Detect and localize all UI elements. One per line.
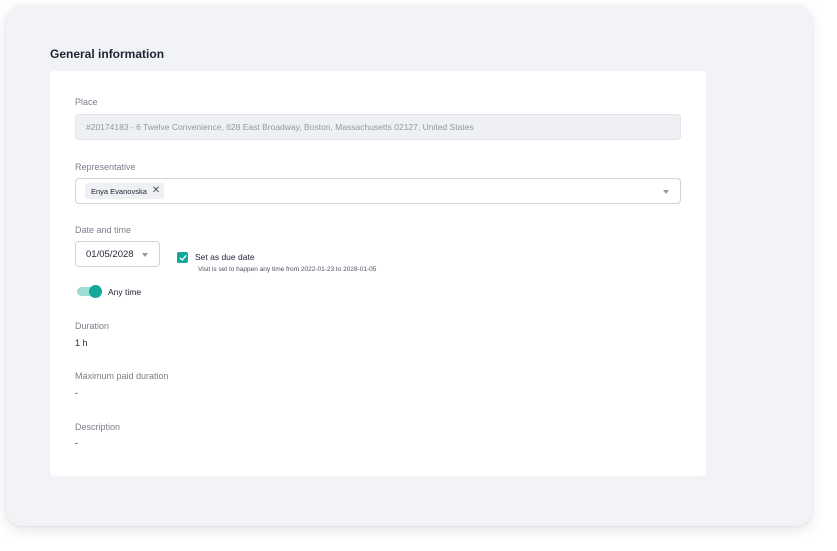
close-icon[interactable]: ✕ bbox=[152, 186, 160, 196]
outer-panel: General information Place #20174183 - 6 … bbox=[6, 5, 812, 526]
description-value: - bbox=[75, 438, 78, 448]
representative-label: Representative bbox=[75, 162, 136, 172]
duration-label: Duration bbox=[75, 321, 110, 331]
place-field: #20174183 - 6 Twelve Convenience, 628 Ea… bbox=[75, 114, 681, 140]
chevron-down-icon[interactable] bbox=[142, 253, 148, 257]
chevron-down-icon[interactable] bbox=[663, 190, 669, 194]
any-time-toggle-knob[interactable] bbox=[89, 285, 102, 298]
check-icon bbox=[179, 254, 186, 261]
due-date-checkbox[interactable] bbox=[177, 252, 188, 263]
section-title: General information bbox=[50, 47, 165, 61]
date-select[interactable]: 01/05/2028 bbox=[75, 241, 160, 267]
date-time-label: Date and time bbox=[75, 225, 132, 235]
place-label: Place bbox=[75, 97, 98, 107]
max-paid-duration-label: Maximum paid duration bbox=[75, 371, 169, 381]
place-value: #20174183 - 6 Twelve Convenience, 628 Ea… bbox=[86, 122, 474, 132]
representative-chip-label: Enya Evanovska bbox=[91, 186, 147, 196]
representative-chip: Enya Evanovska ✕ bbox=[85, 183, 165, 199]
representative-select[interactable]: Enya Evanovska ✕ bbox=[75, 178, 681, 204]
date-value: 01/05/2028 bbox=[86, 248, 134, 260]
due-date-hint: Visit is set to happen any time from 202… bbox=[198, 266, 377, 273]
due-date-label: Set as due date bbox=[195, 252, 255, 262]
max-paid-duration-value: - bbox=[75, 388, 78, 398]
general-information-card: Place #20174183 - 6 Twelve Convenience, … bbox=[50, 71, 706, 476]
any-time-label: Any time bbox=[108, 287, 142, 297]
description-label: Description bbox=[75, 422, 121, 432]
duration-value: 1 h bbox=[75, 338, 88, 348]
